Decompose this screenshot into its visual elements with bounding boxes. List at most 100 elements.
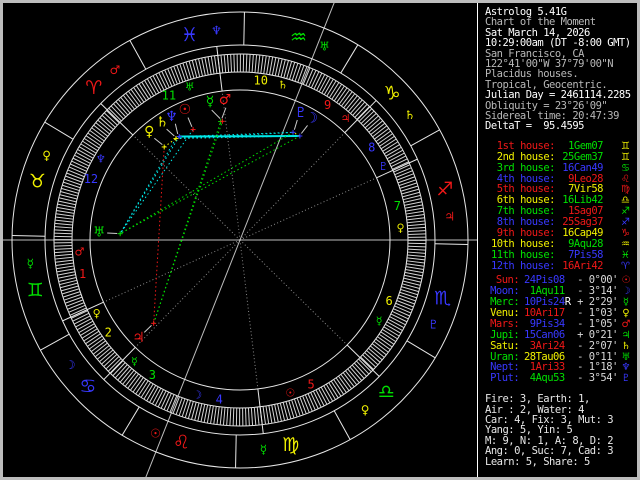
element-stats-block: Fire: 3, Earth: 1,Air : 2, Water: 4Car: … xyxy=(478,394,637,467)
degree-tick xyxy=(73,158,89,166)
house-row: 3rd house:16Can49♋ xyxy=(485,163,637,174)
sign-glyph-aquarius: ♒ xyxy=(290,26,307,48)
planet-velocity: - 1°05' xyxy=(572,319,618,330)
degree-tick xyxy=(208,57,211,75)
planet-label: Mars: xyxy=(485,319,519,330)
degree-tick xyxy=(405,272,423,275)
wheel-planet-mars: ♂ xyxy=(219,92,232,108)
planet-pointer-line xyxy=(175,124,177,134)
degree-tick xyxy=(161,392,169,408)
sign-ruler-icon: ♀ xyxy=(42,148,51,162)
sign-ruler-icon: ☿ xyxy=(260,443,267,457)
aspect-line xyxy=(120,136,300,234)
sign-glyph-libra: ♎ xyxy=(378,381,395,403)
house-number-6: 6 xyxy=(385,294,392,308)
degree-tick xyxy=(220,407,222,425)
sign-boundary-line xyxy=(435,244,468,245)
sign-ruler-icon: ☉ xyxy=(150,426,161,440)
house-cusp-line xyxy=(258,389,263,434)
degree-tick xyxy=(406,208,424,211)
degree-tick xyxy=(391,314,407,322)
zodiac-sign-icon: ♈ xyxy=(617,262,637,273)
degree-tick xyxy=(408,234,426,235)
house-number-7: 7 xyxy=(394,199,401,213)
degree-tick xyxy=(311,392,319,408)
sign-boundary-line xyxy=(122,407,139,435)
chart-wheel: ♈♂♉♀♊☿♋☽♌☉♍☿♎♀♏♇♐♃♑♄♒♅♓♆1♂2♀3☿4☽5☉6☿7♀8♇… xyxy=(3,3,477,477)
degree-tick xyxy=(55,257,73,259)
degree-tick xyxy=(54,227,72,228)
sign-boundary-line xyxy=(40,334,69,350)
degree-tick xyxy=(211,406,214,424)
planets-table: Sun:24Pis08- 0°00'☉Moon:1Aqu11- 3°14'☽Me… xyxy=(478,275,637,384)
house-ruler-icon: ☿ xyxy=(376,315,383,328)
degree-tick xyxy=(66,300,83,306)
sign-boundary-line xyxy=(411,130,440,146)
degree-tick xyxy=(64,294,81,300)
degree-tick xyxy=(408,231,426,232)
degree-tick xyxy=(257,407,259,425)
degree-tick xyxy=(300,397,306,414)
house-ruler-icon: ☉ xyxy=(285,386,295,399)
house-ruler-icon: ♇ xyxy=(378,160,388,173)
degree-tick xyxy=(227,54,228,72)
degree-tick xyxy=(204,405,207,423)
planet-row: Satu:3Ari24- 2°07'♄ xyxy=(485,341,637,352)
house-ruler-icon: ☿ xyxy=(131,355,138,368)
sign-glyph-sagittarius: ♐ xyxy=(436,178,453,200)
degree-tick xyxy=(392,162,408,170)
sign-ruler-icon: ♄ xyxy=(404,108,415,122)
degree-tick xyxy=(294,399,300,416)
degree-tick xyxy=(55,223,73,225)
degree-tick xyxy=(246,408,247,426)
degree-tick xyxy=(73,313,89,321)
info-line-9: Julian Day = 2461114.2285 xyxy=(485,90,637,100)
degree-tick xyxy=(168,69,175,86)
house-number-1: 1 xyxy=(79,267,86,281)
degree-tick xyxy=(407,258,425,260)
degree-tick xyxy=(176,398,182,415)
degree-tick xyxy=(393,309,409,316)
planet-pointer-line xyxy=(107,233,117,234)
degree-tick xyxy=(63,292,80,298)
degree-tick xyxy=(397,174,414,180)
degree-tick xyxy=(54,251,72,252)
degree-tick xyxy=(72,161,88,169)
degree-tick xyxy=(71,311,87,319)
degree-tick xyxy=(270,57,273,75)
house-label: 12th house: xyxy=(485,261,555,272)
degree-tick xyxy=(266,406,269,424)
degree-tick xyxy=(396,303,413,310)
degree-tick xyxy=(405,270,423,273)
sign-ruler-icon: ☽ xyxy=(65,358,76,372)
degree-tick xyxy=(170,396,177,413)
planet-label: Plut: xyxy=(485,373,519,384)
degree-tick xyxy=(251,408,252,426)
degree-tick xyxy=(308,394,315,410)
degree-tick xyxy=(246,54,247,72)
degree-tick xyxy=(399,295,416,301)
sign-boundary-line xyxy=(12,236,45,237)
planet-velocity: - 3°54' xyxy=(572,373,618,384)
degree-tick xyxy=(263,406,265,424)
wheel-planet-uran: ♅ xyxy=(93,225,106,241)
degree-tick xyxy=(55,260,73,262)
info-line-4: 10:29:00am (DT -8:00 GMT) xyxy=(485,38,637,48)
planet-label: Satu: xyxy=(485,341,519,352)
degree-tick xyxy=(233,408,234,426)
degree-tick xyxy=(406,214,424,216)
degree-tick xyxy=(406,211,424,214)
house-number-10: 10 xyxy=(254,73,268,87)
sign-boundary-line xyxy=(130,40,146,69)
degree-tick xyxy=(211,56,214,74)
degree-tick xyxy=(269,406,272,424)
degree-tick xyxy=(70,164,86,171)
degree-tick xyxy=(56,263,74,265)
degree-tick xyxy=(54,248,72,249)
degree-tick xyxy=(408,227,426,228)
degree-tick xyxy=(171,67,178,84)
degree-tick xyxy=(65,176,82,182)
degree-tick xyxy=(57,272,75,275)
house-ruler-icon: ♀ xyxy=(397,222,405,235)
house-label: 3rd house: xyxy=(485,163,555,174)
